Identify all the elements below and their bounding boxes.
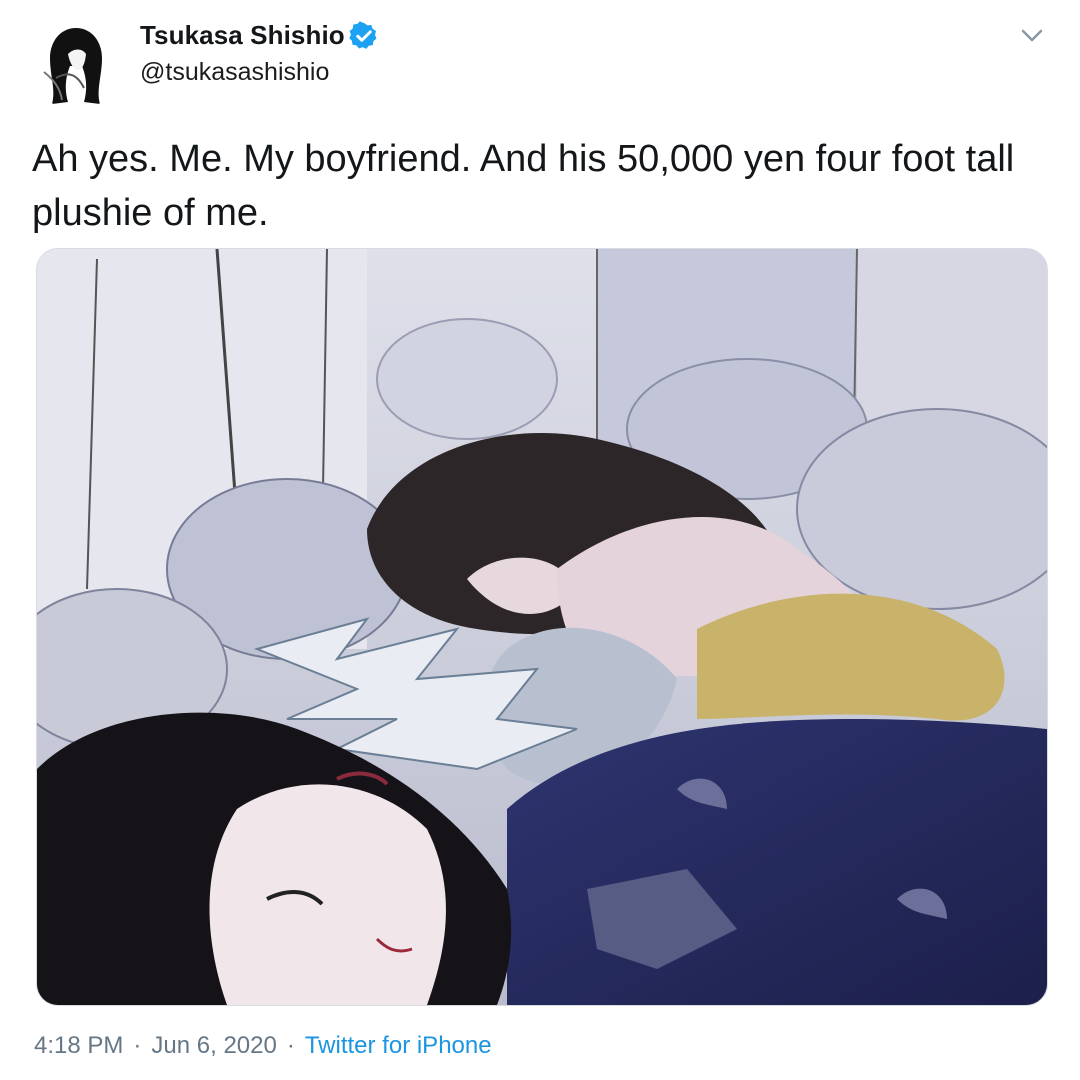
verified-badge-icon [349,20,379,51]
name-row: Tsukasa Shishio [140,20,379,51]
author-display-name[interactable]: Tsukasa Shishio [140,20,345,51]
chevron-down-icon[interactable] [1017,20,1047,50]
meta-separator: · [286,1032,295,1059]
tweet-text: Ah yes. Me. My boyfriend. And his 50,000… [32,138,1015,234]
tweet-time[interactable]: 4:18 PM [34,1032,123,1060]
tweet-source-link[interactable]: Twitter for iPhone [305,1032,492,1060]
author-avatar[interactable] [30,18,122,110]
author-handle[interactable]: @tsukasashishio [140,58,329,87]
tweet-media-image[interactable] [36,248,1048,1006]
tweet-date[interactable]: Jun 6, 2020 [151,1032,276,1060]
tweet-card: Tsukasa Shishio @tsukasashishio Ah yes. … [0,0,1080,1080]
illustration-image [37,249,1047,1005]
tweet-meta: 4:18 PM · Jun 6, 2020 · Twitter for iPho… [34,1032,492,1060]
avatar-portrait-image [30,18,122,110]
meta-separator: · [133,1032,142,1059]
